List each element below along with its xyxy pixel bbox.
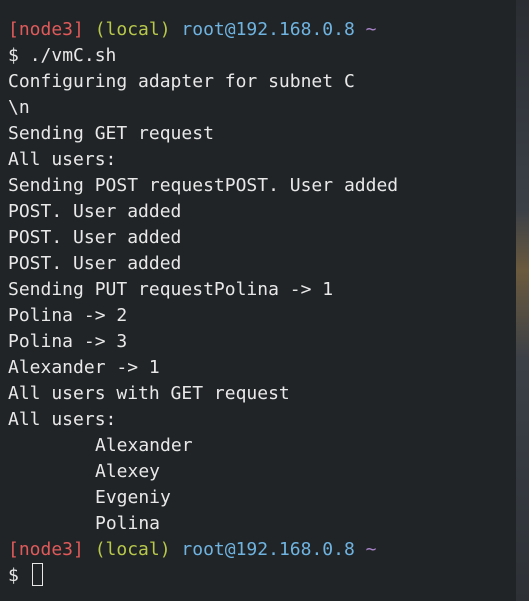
output-line: All users: (8, 409, 117, 430)
output-line: Configuring adapter for subnet C (8, 71, 355, 92)
input-line[interactable]: $ (8, 563, 516, 589)
prompt-dir: ~ (365, 539, 377, 560)
user-list-item: Evgeniy (95, 487, 171, 508)
output-line: All users with GET request (8, 383, 290, 404)
prompt-line: [node3] (local) root@192.168.0.8 ~ (8, 537, 516, 563)
prompt-symbol: $ (8, 565, 19, 586)
prompt-dir: ~ (365, 19, 377, 40)
prompt-local: (local) (94, 19, 171, 40)
prompt-local: (local) (94, 539, 171, 560)
command-text: ./vmC.sh (29, 45, 117, 66)
cursor-block[interactable] (31, 563, 43, 586)
output-line: POST. User added (8, 253, 182, 274)
command-line: $ ./vmC.sh (8, 43, 516, 69)
user-list-item: Alexander (95, 435, 193, 456)
output-line: All users: (8, 149, 117, 170)
output-line: POST. User added (8, 201, 182, 222)
output-line: Sending PUT requestPolina -> 1 (8, 279, 334, 300)
prompt-symbol: $ (8, 45, 19, 66)
prompt-line: [node3] (local) root@192.168.0.8 ~ (8, 17, 516, 43)
prompt-node: [node3] (8, 539, 84, 560)
output-line: Sending GET request (8, 123, 214, 144)
output-line: Polina -> 3 (8, 331, 128, 352)
user-list-item: Polina (95, 513, 161, 534)
output-line: POST. User added (8, 227, 182, 248)
user-list-item: Alexey (95, 461, 161, 482)
terminal-window[interactable]: [node3] (local) root@192.168.0.8 ~ $ ./v… (0, 0, 516, 601)
output-line: Polina -> 2 (8, 305, 128, 326)
prompt-node: [node3] (8, 19, 84, 40)
output-line: \n (8, 97, 30, 118)
prompt-userhost: root@192.168.0.8 (181, 539, 355, 560)
desktop-background-edge (516, 0, 529, 601)
prompt-userhost: root@192.168.0.8 (181, 19, 355, 40)
output-line: Alexander -> 1 (8, 357, 160, 378)
output-line: Sending POST requestPOST. User added (8, 175, 399, 196)
